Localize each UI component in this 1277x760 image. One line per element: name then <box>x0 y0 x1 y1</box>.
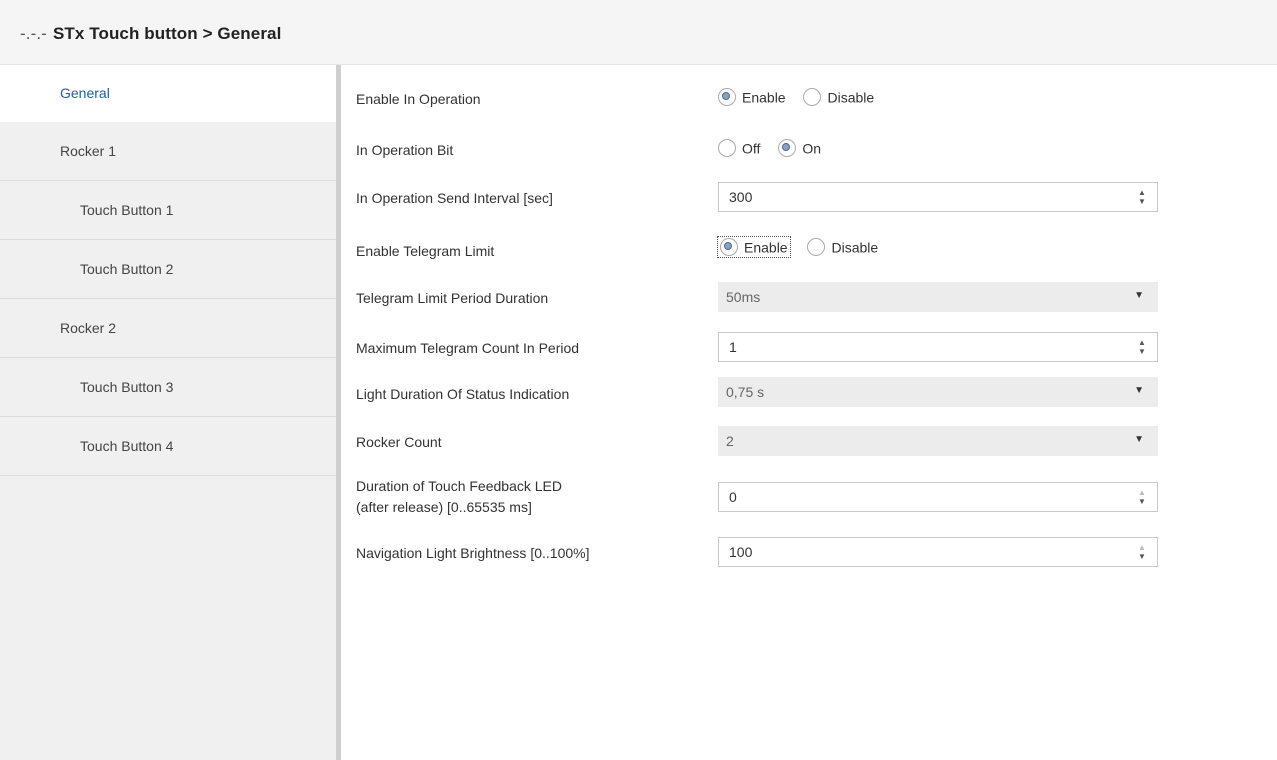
radio-off[interactable]: Off <box>718 139 760 158</box>
sidebar-item-touch-button-3[interactable]: Touch Button 3 <box>0 359 336 417</box>
param-label: In Operation Bit <box>356 142 454 158</box>
nav-brightness-input[interactable] <box>727 543 1111 561</box>
radio-selected-icon[interactable] <box>778 139 797 158</box>
radio-group: Enable Disable <box>717 235 892 259</box>
param-label: Enable In Operation <box>356 91 481 107</box>
param-label: In Operation Send Interval [sec] <box>356 190 553 206</box>
chevron-down-icon[interactable]: ▼ <box>1134 434 1144 445</box>
radio-unselected-icon[interactable] <box>803 88 822 107</box>
radio-unselected-icon[interactable] <box>807 238 826 257</box>
radio-on[interactable]: On <box>778 139 821 158</box>
sidebar-item-label: Touch Button 3 <box>80 379 174 395</box>
nav-brightness-spinbox[interactable]: ▲▼ <box>718 537 1158 567</box>
telegram-limit-period-dropdown[interactable]: 50ms ▼ <box>718 282 1158 312</box>
radio-enable[interactable]: Enable <box>717 235 791 259</box>
chevron-down-icon[interactable]: ▼ <box>1134 385 1144 396</box>
dropdown-value: 0,75 s <box>726 384 765 400</box>
up-down-arrows-icon[interactable]: ▲ ▼ <box>1137 488 1147 506</box>
param-label: Rocker Count <box>356 434 442 450</box>
param-label-line-2: (after release) [0..65535 ms] <box>356 499 532 515</box>
radio-unselected-icon[interactable] <box>718 139 736 158</box>
radio-group: Enable Disable <box>718 88 888 107</box>
radio-selected-icon[interactable] <box>718 88 736 107</box>
page-title: -.-.- STx Touch button > General <box>20 24 281 44</box>
dropdown-value: 2 <box>726 433 734 449</box>
sidebar-item-touch-button-1[interactable]: Touch Button 1 <box>0 182 336 240</box>
sidebar-item-touch-button-4[interactable]: Touch Button 4 <box>0 418 336 476</box>
send-interval-input[interactable] <box>727 188 1111 206</box>
sidebar: General Rocker 1 Touch Button 1 Touch Bu… <box>0 65 341 760</box>
rocker-count-dropdown[interactable]: 2 ▼ <box>718 426 1158 456</box>
sidebar-item-label: General <box>60 85 110 101</box>
touch-feedback-input[interactable] <box>727 488 1111 506</box>
param-label: Light Duration Of Status Indication <box>356 386 570 402</box>
max-telegram-count-spinbox[interactable]: ▲▼ <box>718 332 1158 362</box>
up-down-arrows-icon[interactable]: ▲ ▼ <box>1137 338 1147 356</box>
breadcrumb-title: STx Touch button > General <box>52 24 282 43</box>
chevron-down-icon[interactable]: ▼ <box>1134 290 1144 301</box>
param-label: Enable Telegram Limit <box>356 243 495 259</box>
param-label: Navigation Light Brightness [0..100%] <box>356 545 590 561</box>
light-duration-dropdown[interactable]: 0,75 s ▼ <box>718 377 1158 407</box>
sidebar-item-label: Touch Button 1 <box>80 202 174 218</box>
param-label: Maximum Telegram Count In Period <box>356 340 580 356</box>
sidebar-item-touch-button-2[interactable]: Touch Button 2 <box>0 241 336 299</box>
sidebar-item-label: Rocker 1 <box>60 143 117 159</box>
radio-group: Off On <box>718 139 835 158</box>
window-header: -.-.- STx Touch button > General <box>0 0 1277 65</box>
sidebar-item-rocker-1[interactable]: Rocker 1 <box>0 123 336 181</box>
sidebar-item-rocker-2[interactable]: Rocker 2 <box>0 300 336 358</box>
send-interval-spinbox[interactable]: ▲▼ <box>718 182 1158 212</box>
sidebar-item-label: Touch Button 2 <box>80 261 174 277</box>
radio-selected-icon[interactable] <box>720 238 738 257</box>
sidebar-item-label: Touch Button 4 <box>80 438 174 454</box>
dropdown-value: 50ms <box>726 289 761 305</box>
up-down-arrows-icon[interactable]: ▲ ▼ <box>1137 188 1147 206</box>
radio-enable[interactable]: Enable <box>718 88 786 107</box>
param-label: Duration of Touch Feedback LED (after re… <box>356 476 562 518</box>
up-down-arrows-icon[interactable]: ▲ ▼ <box>1137 543 1147 561</box>
sidebar-item-general[interactable]: General <box>0 65 336 122</box>
max-telegram-count-input[interactable] <box>727 338 1111 356</box>
touch-feedback-spinbox[interactable]: ▲▼ <box>718 482 1158 512</box>
param-label-line-1: Duration of Touch Feedback LED <box>356 478 562 494</box>
breadcrumb-prefix: -.-.- <box>20 24 47 43</box>
param-label: Telegram Limit Period Duration <box>356 290 549 306</box>
radio-disable[interactable]: Disable <box>803 88 874 107</box>
sidebar-item-label: Rocker 2 <box>60 320 117 336</box>
radio-disable[interactable]: Disable <box>807 238 878 257</box>
